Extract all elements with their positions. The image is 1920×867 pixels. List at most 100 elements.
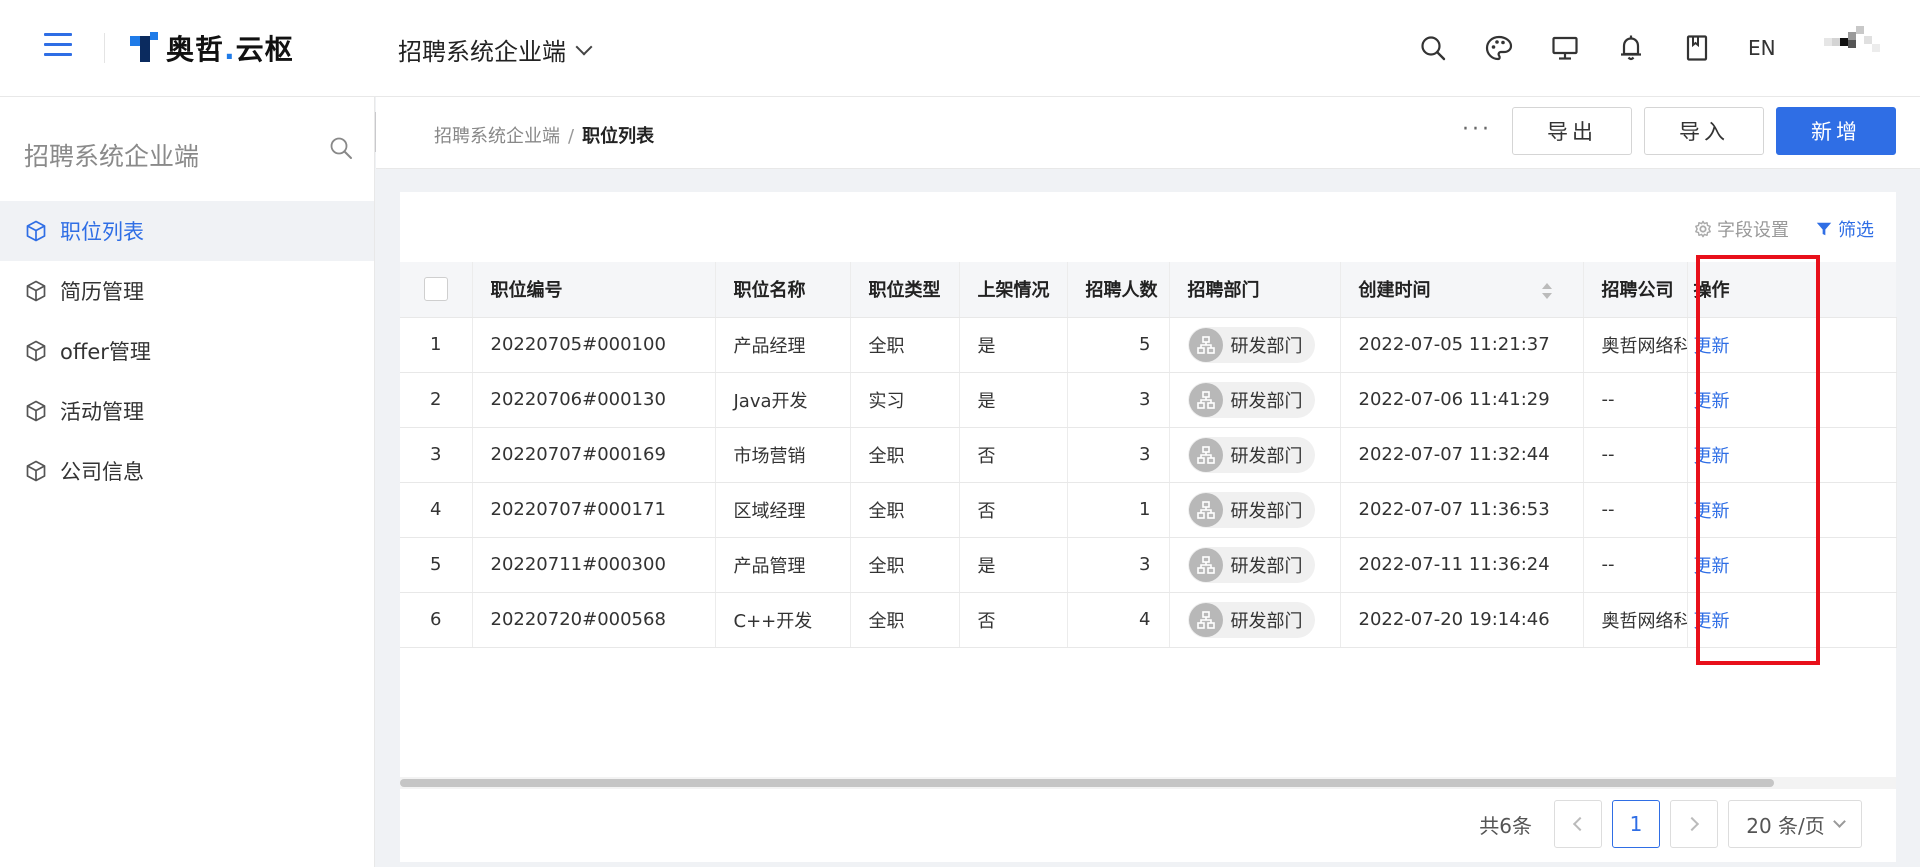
breadcrumb-separator: / — [568, 126, 575, 147]
chevron-down-icon — [1832, 815, 1846, 828]
system-name: 招聘系统企业端 — [398, 38, 566, 66]
hire-count: 4 — [1066, 592, 1169, 648]
table-row: 5 20220711#000300 产品管理 全职是 3 研发部门 2022-07-11 1… — [400, 537, 1896, 593]
avatar[interactable] — [1824, 26, 1884, 58]
filter-icon — [1816, 222, 1832, 236]
select-all-cell — [400, 262, 472, 318]
sidebar-item-job-list[interactable]: 职位列表 — [0, 201, 374, 261]
cube-icon — [26, 220, 46, 242]
field-settings-button[interactable]: 字段设置 — [1694, 216, 1789, 242]
update-link[interactable]: 更新 — [1694, 501, 1730, 522]
created-time: 2022-07-06 11:41:29 — [1339, 372, 1583, 428]
col-header-created[interactable]: 创建时间 — [1339, 262, 1583, 318]
org-chart-icon — [1188, 328, 1223, 362]
book-icon[interactable] — [1682, 33, 1712, 63]
header-divider — [104, 33, 105, 63]
horizontal-scrollbar[interactable] — [400, 777, 1896, 789]
logo[interactable]: 奥哲.云枢 — [130, 26, 294, 70]
sort-icon[interactable] — [1541, 281, 1553, 301]
job-code: 20220705#000100 — [471, 317, 715, 373]
dept-cell: 研发部门 — [1168, 372, 1340, 428]
update-link[interactable]: 更新 — [1694, 391, 1730, 412]
created-time: 2022-07-07 11:32:44 — [1339, 427, 1583, 483]
org-chart-icon — [1188, 383, 1223, 417]
job-name: 产品经理 — [714, 317, 850, 373]
job-type: 实习 — [849, 372, 959, 428]
palette-icon[interactable] — [1484, 33, 1514, 63]
cube-icon — [26, 280, 46, 302]
col-header-name: 职位名称 — [714, 262, 850, 318]
update-link[interactable]: 更新 — [1694, 556, 1730, 577]
dept-name: 研发部门 — [1230, 610, 1303, 632]
org-chart-icon — [1188, 493, 1223, 527]
breadcrumb-parent[interactable]: 招聘系统企业端 — [434, 126, 560, 147]
dept-tag: 研发部门 — [1187, 546, 1315, 583]
job-type: 全职 — [849, 427, 959, 483]
company-name: -- — [1582, 537, 1687, 593]
job-code: 20220707#000171 — [471, 482, 715, 538]
job-type: 全职 — [849, 482, 959, 538]
update-link[interactable]: 更新 — [1694, 446, 1730, 467]
col-header-company: 招聘公司 — [1582, 262, 1687, 318]
job-type: 全职 — [849, 537, 959, 593]
dept-cell: 研发部门 — [1168, 537, 1340, 593]
monitor-icon[interactable] — [1550, 33, 1580, 63]
job-name: 区域经理 — [714, 482, 850, 538]
sidebar-item-company[interactable]: 公司信息 — [0, 441, 374, 501]
menu-icon[interactable] — [44, 33, 72, 57]
search-icon[interactable] — [1418, 33, 1448, 63]
system-switcher[interactable]: 招聘系统企业端 — [398, 32, 593, 67]
job-name: 市场营销 — [714, 427, 850, 483]
row-index: 1 — [400, 317, 472, 373]
chevron-left-icon — [1572, 816, 1588, 832]
search-icon[interactable] — [328, 135, 354, 161]
dept-cell: 研发部门 — [1168, 317, 1340, 373]
listed-status: 否 — [958, 592, 1067, 648]
more-actions-button[interactable]: ··· — [1462, 117, 1492, 142]
table-row: 2 20220706#000130 Java开发 实习是 3 研发部门 2022-07-06… — [400, 372, 1896, 428]
action-cell: 更新 — [1686, 537, 1896, 593]
org-chart-icon — [1188, 603, 1223, 637]
update-link[interactable]: 更新 — [1694, 336, 1730, 357]
job-code: 20220706#000130 — [471, 372, 715, 428]
select-all-checkbox[interactable] — [423, 277, 448, 302]
dept-name: 研发部门 — [1230, 555, 1303, 577]
table-row: 4 20220707#000171 区域经理 全职否 1 研发部门 2022-07-07 1… — [400, 482, 1896, 538]
dept-tag: 研发部门 — [1187, 601, 1315, 638]
pagination: 共6条 1 20 条/页 — [1479, 800, 1862, 848]
sidebar-item-offer[interactable]: offer管理 — [0, 321, 374, 381]
next-page-button[interactable] — [1670, 800, 1718, 848]
prev-page-button[interactable] — [1554, 800, 1602, 848]
job-type: 全职 — [849, 592, 959, 648]
add-button[interactable]: 新增 — [1776, 107, 1896, 155]
update-link[interactable]: 更新 — [1694, 611, 1730, 632]
filter-button[interactable]: 筛选 — [1815, 216, 1874, 242]
dept-tag: 研发部门 — [1187, 491, 1315, 528]
job-code: 20220707#000169 — [471, 427, 715, 483]
table-row: 6 20220720#000568 C++开发 全职否 4 研发部门 2022-07-20 … — [400, 592, 1896, 648]
page-size-select[interactable]: 20 条/页 — [1728, 800, 1862, 848]
row-index: 5 — [400, 537, 472, 593]
company-name: -- — [1582, 427, 1687, 483]
hire-count: 3 — [1066, 537, 1169, 593]
page-button[interactable]: 1 — [1612, 800, 1660, 848]
language-switch[interactable]: EN — [1748, 36, 1776, 60]
sidebar-item-activity[interactable]: 活动管理 — [0, 381, 374, 441]
bell-icon[interactable] — [1616, 33, 1646, 63]
export-button[interactable]: 导出 — [1512, 107, 1632, 155]
import-button[interactable]: 导入 — [1644, 107, 1764, 155]
table-header-row: 职位编号 职位名称 职位类型 上架情况 招聘人数 招聘部门 创建时间 招聘公司 … — [400, 262, 1896, 318]
org-chart-icon — [1188, 548, 1223, 582]
sidebar-item-label: 活动管理 — [60, 400, 144, 424]
col-header-created-label: 创建时间 — [1358, 280, 1431, 302]
gear-icon — [1695, 220, 1711, 238]
dept-cell: 研发部门 — [1168, 592, 1340, 648]
job-table: 职位编号 职位名称 职位类型 上架情况 招聘人数 招聘部门 创建时间 招聘公司 … — [400, 262, 1896, 648]
sidebar-item-resume[interactable]: 简历管理 — [0, 261, 374, 321]
col-header-dept: 招聘部门 — [1168, 262, 1340, 318]
dept-name: 研发部门 — [1230, 445, 1303, 467]
company-name: 奥哲网络科技 — [1582, 317, 1687, 373]
row-index: 4 — [400, 482, 472, 538]
scrollbar-thumb[interactable] — [400, 779, 1774, 787]
breadcrumb-bar: 招聘系统企业端 / 职位列表 ··· 导出 导入 新增 — [376, 97, 1920, 169]
